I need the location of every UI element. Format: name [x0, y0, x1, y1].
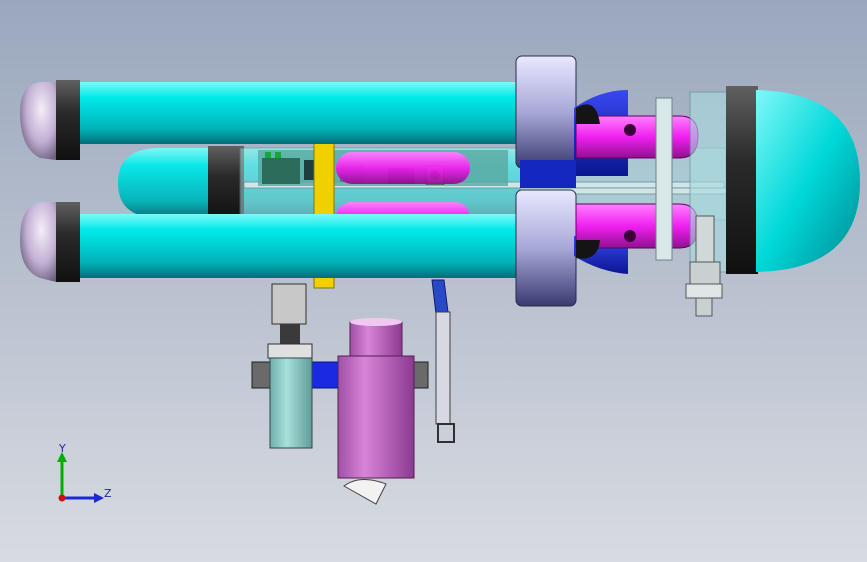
upper-tube-end-cap	[20, 82, 56, 160]
probe-arm[interactable]	[431, 279, 455, 443]
triad-origin	[58, 494, 66, 502]
z-axis-arrowhead	[94, 493, 104, 503]
lower-tube-end-cap	[20, 202, 56, 282]
upper-tube-ring	[56, 80, 80, 160]
sonar-sensor[interactable]	[337, 318, 415, 505]
front-dome	[756, 90, 860, 272]
vertical-shaft[interactable]	[655, 97, 673, 261]
lower-tube-ring	[56, 202, 80, 282]
upper-flange[interactable]	[515, 55, 577, 169]
coordinate-triad: Y Z	[57, 442, 112, 503]
upper-hinge-bracket[interactable]	[575, 104, 699, 159]
lower-hinge-bracket[interactable]	[575, 203, 699, 259]
front-housing[interactable]	[689, 86, 860, 274]
lower-flange[interactable]	[515, 189, 577, 307]
z-axis-label: Z	[104, 487, 112, 500]
y-axis-label: Y	[58, 442, 66, 455]
lower-buoyancy-tube[interactable]	[20, 202, 530, 282]
inner-battery-pod-upper[interactable]	[336, 152, 470, 184]
cad-viewport[interactable]	[0, 0, 867, 562]
